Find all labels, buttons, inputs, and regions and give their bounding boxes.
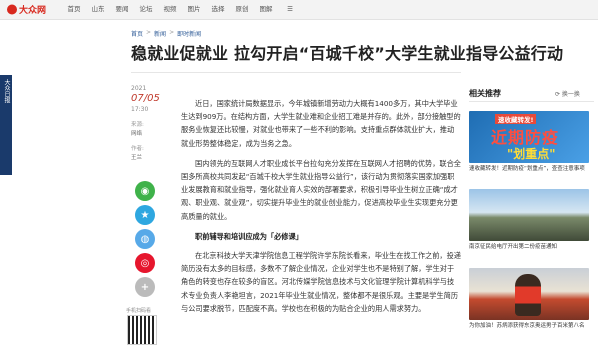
article-meta: 2021 07/05 17:30 来源: 网络 作者: 王兰 [131,85,171,161]
nav-item[interactable]: 图解 [254,4,278,14]
athlete-figure [515,274,541,316]
main-nav: 首页 山东 要闻 论坛 视频 图片 选择 原创 图解 ☰ [62,4,302,14]
nav-item[interactable]: 选择 [206,4,230,14]
page-title: 稳就业促就业 拉勾开启“百城千校”大学生就业指导公益行动 [131,44,564,63]
breadcrumb-separator: > [146,29,152,36]
nav-item[interactable]: 要闻 [110,4,134,14]
qq-share-icon[interactable]: ◍ [135,229,155,249]
title-divider [131,72,461,73]
site-logo[interactable]: 大众网 [6,2,50,17]
card-small-text: "划重点" [507,147,556,161]
breadcrumb-separator: > [169,29,175,36]
top-nav-bar: 大众网 首页 山东 要闻 论坛 视频 图片 选择 原创 图解 ☰ [0,0,598,20]
related-card-image[interactable] [469,268,589,320]
breadcrumb-home[interactable]: 首页 [131,29,143,38]
article-body: 近日，国家统计局数据显示，今年城镇新增劳动力大概有1400多万，其中大学毕业生达… [181,97,461,322]
qr-label: 手机扫码看 [126,308,152,314]
article-subheading: 职前辅导和培训应成为「必修课」 [195,231,303,241]
nav-item[interactable]: 原创 [230,4,254,14]
related-card-caption[interactable]: 南京征民给电厅开出第二份疫苗通知 [469,243,589,251]
related-card-caption[interactable]: 速收藏转发！近期防疫“划重点”，查查注意事项 [469,165,589,173]
nav-item[interactable]: 图片 [182,4,206,14]
article-paragraph: 在北京科技大学天津学院信息工程学院许学东院长看来，毕业生在找工作之前，投递简历没… [181,251,461,313]
editor-label: 作者: [131,146,144,152]
wechat-share-icon[interactable]: ◉ [135,181,155,201]
nav-item[interactable]: 论坛 [134,4,158,14]
svg-text:大众网: 大众网 [19,4,46,16]
related-card-caption[interactable]: 为你加油！苏炳添获得东京奥运男子百米第八名 [469,322,589,330]
sidebar-divider [469,101,594,102]
menu-icon[interactable]: ☰ [278,4,302,14]
breadcrumb-news[interactable]: 新闻 [154,29,166,38]
left-banner-text: 大众日报 [3,79,10,103]
card-tag: 速收藏转发! [495,114,537,124]
qzone-share-icon[interactable]: ★ [135,205,155,225]
related-card-image[interactable] [469,189,589,241]
weibo-share-icon[interactable]: ◎ [135,253,155,273]
qr-code-icon [127,315,157,345]
nav-item[interactable]: 山东 [86,4,110,14]
related-card-image[interactable]: 速收藏转发! 近期防疫 "划重点" [469,111,589,163]
related-card[interactable]: 为你加油！苏炳添获得东京奥运男子百米第八名 [469,268,589,330]
article-paragraph: 国内领先的互联网人才职业成长平台拉勾充分发挥在互联网人才招聘的优势，联合全国多所… [181,158,461,221]
left-side-banner[interactable]: 大众日报 [0,75,12,175]
breadcrumb-current[interactable]: 即时新闻 [177,29,201,38]
publish-year: 2021 [131,85,147,92]
editor-value: 王兰 [131,155,143,161]
related-card[interactable]: 南京征民给电厅开出第二份疫苗通知 [469,189,589,251]
related-heading: 相关推荐 [469,89,501,98]
nav-item[interactable]: 首页 [62,4,86,14]
nav-item[interactable]: 视频 [158,4,182,14]
article-paragraph: 近日，国家统计局数据显示，今年城镇新增劳动力大概有1400多万，其中大学毕业生达… [181,99,461,148]
more-share-icon[interactable]: + [135,277,155,297]
publish-date: 07/05 [131,93,160,104]
refresh-link[interactable]: ⟳ 换一换 [555,89,580,98]
publish-time: 17:30 [131,106,149,113]
source-value: 网络 [131,131,143,137]
breadcrumb: 首页 > 新闻 > 即时新闻 [131,29,201,38]
related-card[interactable]: 速收藏转发! 近期防疫 "划重点" 速收藏转发！近期防疫“划重点”，查查注意事项 [469,111,589,173]
source-label: 来源: [131,122,144,128]
